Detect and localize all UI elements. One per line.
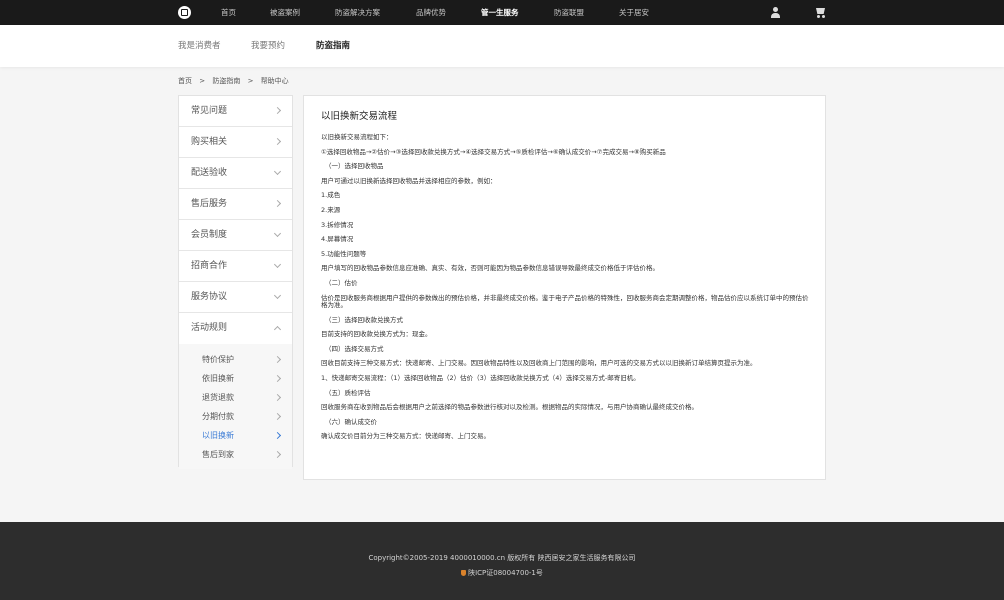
nav-item-theft-cases[interactable]: 被盗案例 bbox=[270, 0, 300, 25]
article-heading: （三）选择回收款兑换方式 bbox=[325, 315, 403, 324]
chevron-down-icon bbox=[273, 291, 282, 300]
sidebar-item-agreement[interactable]: 服务协议 bbox=[179, 282, 292, 313]
chevron-right-icon bbox=[273, 355, 282, 364]
sidebar-item-label: 购买相关 bbox=[191, 137, 228, 147]
sidebar-item-label: 招商合作 bbox=[191, 261, 228, 271]
sidebar-subitem-home-service[interactable]: 售后到家 bbox=[179, 445, 292, 464]
chevron-right-icon bbox=[273, 450, 282, 459]
nav-item-brand[interactable]: 品牌优势 bbox=[416, 0, 446, 25]
sidebar-subitem-label: 售后到家 bbox=[202, 450, 234, 459]
article-line: 目前支持的回收款兑换方式为：现金。 bbox=[321, 330, 432, 339]
chevron-right-icon bbox=[273, 431, 282, 440]
chevron-up-icon bbox=[273, 325, 282, 334]
chevron-right-icon bbox=[273, 412, 282, 421]
chevron-right-icon bbox=[273, 137, 282, 146]
chevron-right-icon bbox=[273, 374, 282, 383]
sidebar-item-faq[interactable]: 常见问题 bbox=[179, 96, 292, 127]
chevron-right-icon bbox=[273, 106, 282, 115]
sidebar-item-label: 售后服务 bbox=[191, 199, 228, 209]
nav-item-solutions[interactable]: 防盗解决方案 bbox=[335, 0, 380, 25]
subnav-item-appointment[interactable]: 我要预约 bbox=[251, 25, 285, 67]
sidebar-subitem-label: 依旧换新 bbox=[202, 374, 234, 383]
sidebar-subitem-label: 特价保护 bbox=[202, 355, 234, 364]
breadcrumb: 首页 > 防盗指南 > 帮助中心 bbox=[178, 76, 294, 86]
article-line: 用户填写的回收物品参数信息应准确、真实、有效，否则可能因为物品参数信息错误导致最… bbox=[321, 264, 659, 273]
breadcrumb-current: 帮助中心 bbox=[260, 77, 289, 85]
article-line: 以旧换新交易流程如下： bbox=[321, 133, 393, 141]
breadcrumb-home[interactable]: 首页 bbox=[178, 77, 192, 85]
sidebar-item-partnership[interactable]: 招商合作 bbox=[179, 251, 292, 282]
sidebar-item-label: 活动规则 bbox=[191, 323, 228, 333]
article-line: 1.成色 bbox=[321, 191, 341, 200]
article-heading: （五）质检评估 bbox=[325, 388, 371, 397]
article-line: 3.拆修情况 bbox=[321, 220, 354, 229]
sidebar: 常见问题 购买相关 配送验收 售后服务 会员制度 招商合作 服务协议 活动规则 … bbox=[178, 95, 293, 469]
sidebar-subitem-price-protection[interactable]: 特价保护 bbox=[179, 350, 292, 369]
article-heading: （一）选择回收物品 bbox=[325, 162, 384, 171]
sidebar-subitem-label: 以旧换新 bbox=[202, 431, 234, 440]
article-heading: （四）选择交易方式 bbox=[325, 344, 384, 353]
sidebar-item-delivery[interactable]: 配送验收 bbox=[179, 158, 292, 189]
sidebar-item-membership[interactable]: 会员制度 bbox=[179, 220, 292, 251]
sidebar-subitem-installment[interactable]: 分期付款 bbox=[179, 407, 292, 426]
sidebar-item-purchase[interactable]: 购买相关 bbox=[179, 127, 292, 158]
sidebar-item-after-sales[interactable]: 售后服务 bbox=[179, 189, 292, 220]
subnav-item-guide[interactable]: 防盗指南 bbox=[316, 25, 350, 67]
copyright-text: Copyright©2005-2019 4000010000.cn 版权所有 陕… bbox=[368, 554, 636, 562]
article-heading: （二）估价 bbox=[325, 278, 358, 287]
chevron-right-icon bbox=[273, 199, 282, 208]
sidebar-item-label: 常见问题 bbox=[191, 106, 228, 116]
logo-icon[interactable] bbox=[178, 6, 191, 19]
sidebar-item-label: 会员制度 bbox=[191, 230, 228, 240]
sub-nav-bar: 我是消费者 我要预约 防盗指南 bbox=[0, 25, 1004, 67]
breadcrumb-separator: > bbox=[199, 77, 206, 85]
page-title: 以旧换新交易流程 bbox=[321, 111, 398, 122]
sidebar-subitem-renew[interactable]: 依旧换新 bbox=[179, 369, 292, 388]
article-line: 估价是回收服务商根据用户提供的参数做出的预估价格，并非最终成交价格。鉴于电子产品… bbox=[321, 293, 809, 310]
article-line: 4.屏幕情况 bbox=[321, 235, 354, 244]
icp-text: 陕ICP证08004700-1号 bbox=[468, 569, 543, 577]
article-heading: （六）确认成交价 bbox=[325, 417, 377, 426]
article-line: ①选择回收物品→②估价→③选择回收款兑换方式→④选择交易方式→⑤质检评估→⑥确认… bbox=[321, 147, 666, 156]
nav-item-about[interactable]: 关于居安 bbox=[619, 0, 649, 25]
breadcrumb-separator: > bbox=[247, 77, 254, 85]
sidebar-sub-list: 特价保护 依旧换新 退货退款 分期付款 以旧换新 售后到家 bbox=[179, 344, 292, 469]
article-line: 5.功能性问题等 bbox=[321, 249, 367, 258]
footer: Copyright©2005-2019 4000010000.cn 版权所有 陕… bbox=[0, 522, 1004, 600]
nav-item-home[interactable]: 首页 bbox=[221, 0, 236, 25]
sidebar-subitem-label: 分期付款 bbox=[202, 412, 234, 421]
sidebar-subitem-refund[interactable]: 退货退款 bbox=[179, 388, 292, 407]
subnav-item-consumer[interactable]: 我是消费者 bbox=[178, 25, 221, 67]
article-line: 回收服务商在收到物品后会根据用户之前选择的物品参数进行核对以及检测。根据物品的实… bbox=[321, 403, 698, 412]
sidebar-item-label: 服务协议 bbox=[191, 292, 228, 302]
sidebar-item-label: 配送验收 bbox=[191, 168, 228, 178]
police-badge-icon bbox=[461, 570, 467, 576]
chevron-down-icon bbox=[273, 260, 282, 269]
cart-icon[interactable] bbox=[815, 8, 826, 18]
sidebar-item-activity-rules[interactable]: 活动规则 bbox=[179, 313, 292, 344]
article-line: 1、快递邮寄交易流程：（1）选择回收物品（2）估价（3）选择回收款兑换方式（4）… bbox=[321, 374, 640, 382]
article-line: 用户可通过以旧换新选择回收物品并选择相应的参数，例如： bbox=[321, 176, 497, 185]
icp-license[interactable]: 陕ICP证08004700-1号 bbox=[0, 568, 1004, 578]
top-nav-bar: 首页 被盗案例 防盗解决方案 品牌优势 管一生服务 防盗联盟 关于居安 bbox=[0, 0, 1004, 25]
content-panel: 以旧换新交易流程 以旧换新交易流程如下： ①选择回收物品→②估价→③选择回收款兑… bbox=[303, 95, 826, 480]
article-line: 2.来源 bbox=[321, 205, 341, 214]
user-icon[interactable] bbox=[770, 7, 781, 18]
article-line: 回收目前支持三种交易方式：快递邮寄、上门交易。因回收物品特性以及回收商上门范围的… bbox=[321, 359, 757, 368]
article-body: 以旧换新交易流程如下： ①选择回收物品→②估价→③选择回收款兑换方式→④选择交易… bbox=[321, 133, 811, 448]
chevron-down-icon bbox=[273, 167, 282, 176]
article-line: 确认成交价目前分为三种交易方式：快递邮寄、上门交易。 bbox=[321, 432, 490, 441]
sidebar-subitem-label: 退货退款 bbox=[202, 393, 234, 402]
chevron-right-icon bbox=[273, 393, 282, 402]
sidebar-subitem-trade-in[interactable]: 以旧换新 bbox=[179, 426, 292, 445]
chevron-down-icon bbox=[273, 229, 282, 238]
nav-item-lifetime-service[interactable]: 管一生服务 bbox=[481, 0, 519, 25]
breadcrumb-guide[interactable]: 防盗指南 bbox=[212, 77, 240, 85]
nav-item-alliance[interactable]: 防盗联盟 bbox=[554, 0, 584, 25]
